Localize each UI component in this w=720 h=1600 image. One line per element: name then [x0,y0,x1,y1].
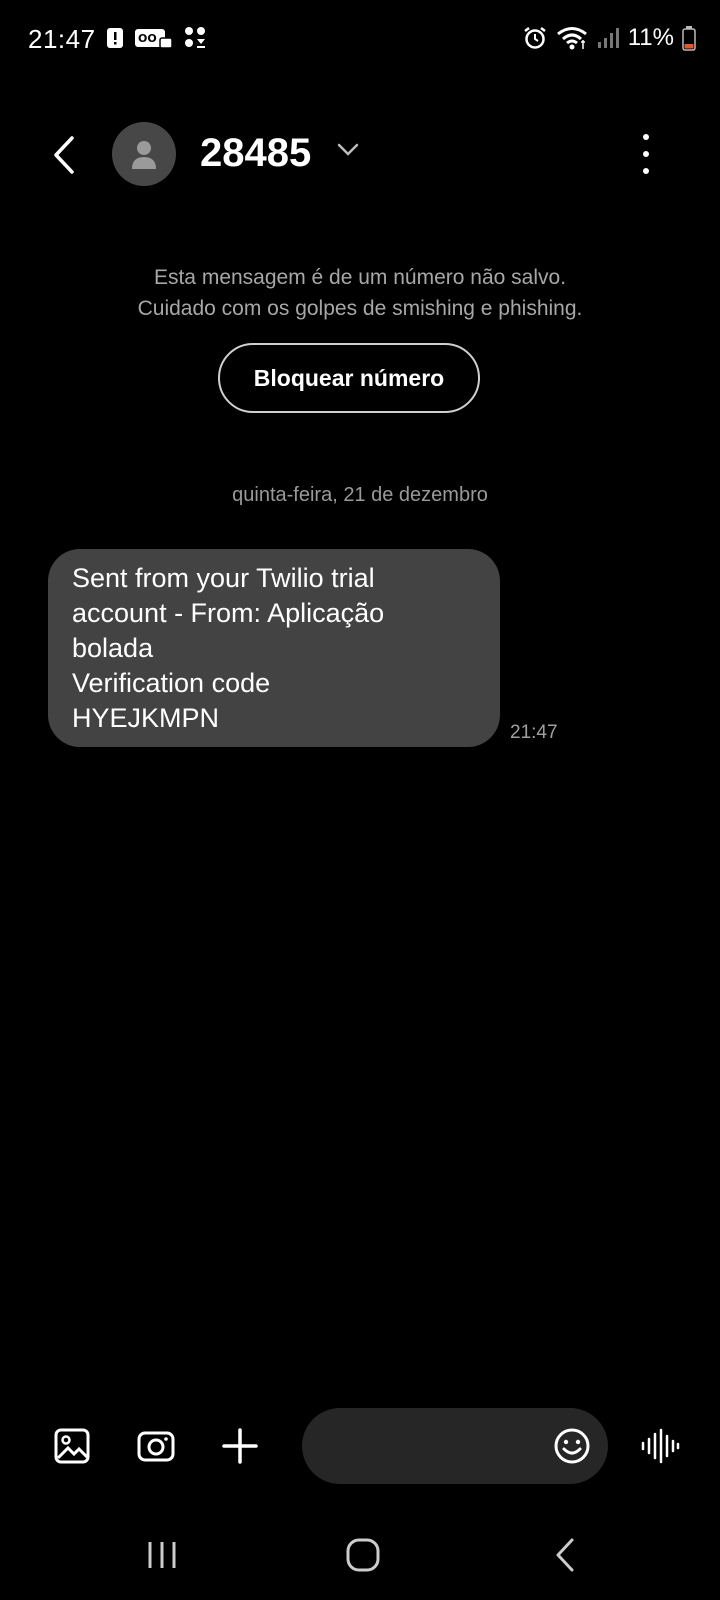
home-button[interactable] [333,1530,393,1580]
alarm-icon [523,27,546,49]
signal-icon [597,28,619,48]
dots-icon [185,27,205,48]
chevron-down-icon [337,143,359,156]
add-attachment-button[interactable] [218,1424,262,1468]
wifi-icon [556,27,587,50]
status-time: 21:47 [28,24,96,54]
warning-line-1: Esta mensagem é de um número não salvo. [153,266,567,289]
contact-dropdown[interactable] [336,142,360,163]
message-line: bolada [72,633,154,663]
camera-button[interactable] [134,1424,178,1468]
message-line: HYEJKMPN [72,703,220,733]
status-right: 11% [522,24,696,52]
unsaved-number-warning: Esta mensagem é de um número não salvo. … [0,262,720,324]
person-icon [132,141,156,169]
warning-line-2: Cuidado com os golpes de smishing e phis… [137,297,583,320]
back-button[interactable] [44,130,84,180]
gallery-button[interactable] [50,1424,94,1468]
contact-name[interactable]: 28485 [200,131,311,176]
message-line: Sent from your Twilio trial [72,563,375,593]
emoji-button[interactable] [552,1426,592,1466]
message-bubble[interactable]: Sent from your Twilio trial account - Fr… [48,549,500,747]
recents-icon [148,1542,176,1568]
message-line: Verification code [72,668,271,698]
recents-button[interactable] [132,1530,192,1580]
camera-icon [137,1431,175,1462]
voice-icon [641,1428,680,1464]
nav-back-button[interactable] [535,1530,595,1580]
chevron-left-icon [54,136,74,174]
alert-icon [107,28,123,48]
more-vert-icon [643,134,649,140]
more-options-button[interactable] [636,134,656,174]
battery-icon [682,26,696,51]
date-separator: quinta-feira, 21 de dezembro [232,484,488,506]
message-time: 21:47 [510,722,558,743]
message-line: account - From: Aplicação [72,598,385,628]
gallery-icon [54,1428,90,1464]
home-icon [346,1538,380,1572]
back-icon [556,1538,574,1572]
voicemail-icon: OO [135,29,173,49]
plus-icon [222,1428,258,1464]
svg-text:OO: OO [138,32,157,45]
battery-percentage: 11% [627,24,674,51]
block-number-button[interactable]: Bloquear número [218,343,480,413]
voice-record-button[interactable] [638,1424,682,1468]
emoji-icon [554,1428,590,1464]
contact-avatar[interactable] [112,122,176,186]
status-left-icons: OO [106,26,206,50]
